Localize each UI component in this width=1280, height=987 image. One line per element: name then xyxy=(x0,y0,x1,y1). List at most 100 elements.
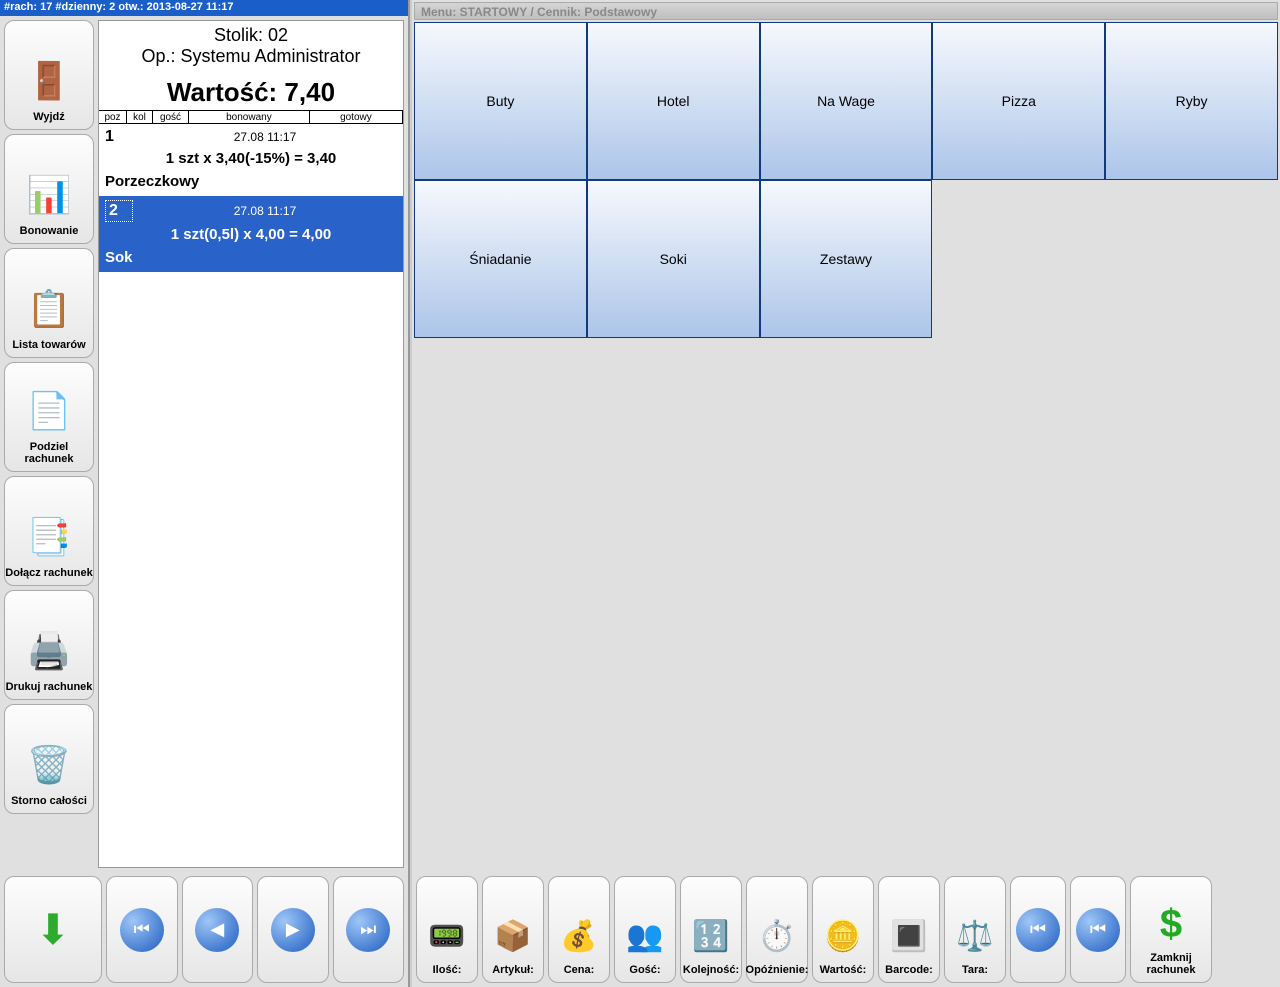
sidebar-podziel[interactable]: 📄Podziel rachunek xyxy=(4,362,94,472)
nav-next-button[interactable]: ▶ xyxy=(257,876,329,983)
order-items: 127.08 11:17 1 szt x 3,40(-15%) = 3,40 P… xyxy=(99,124,403,867)
menu-item[interactable]: Soki xyxy=(587,180,760,338)
bottom-toolbar: 📟Ilość:📦Artykuł:💰Cena:👥Gość:🔢Kolejność:⏱… xyxy=(412,872,1280,987)
tool-icon: 📟 xyxy=(428,908,465,964)
arrow-down-icon: ⬇ xyxy=(35,905,70,954)
prev-icon: ◀ xyxy=(195,908,239,952)
menu-item[interactable]: Śniadanie xyxy=(414,180,587,338)
sidebar-label: Wyjdź xyxy=(33,111,65,123)
tool-label: Ilość: xyxy=(433,964,462,976)
close-bill-label: Zamknij rachunek xyxy=(1131,952,1211,976)
order-panel: Stolik: 02 Op.: Systemu Administrator Wa… xyxy=(98,20,404,868)
tool-button[interactable]: ⏱️Opóźnienie: xyxy=(746,876,808,983)
tool-label: Kolejność: xyxy=(683,964,739,976)
sidebar-exit[interactable]: 🚪Wyjdź xyxy=(4,20,94,130)
tool-button[interactable]: 🔳Barcode: xyxy=(878,876,940,983)
menu-item[interactable]: Hotel xyxy=(587,22,760,180)
tool-icon: ⚖️ xyxy=(956,908,993,964)
tool-button[interactable]: 💰Cena: xyxy=(548,876,610,983)
nav-prev-button[interactable]: ◀ xyxy=(182,876,254,983)
sidebar: 🚪Wyjdź 📊Bonowanie 📋Lista towarów 📄Podzie… xyxy=(0,16,98,872)
tool-nav-prev[interactable]: ⏮ xyxy=(1070,876,1126,983)
close-bill-button[interactable]: $Zamknij rachunek xyxy=(1130,876,1212,983)
col-gosc: gość xyxy=(153,111,189,123)
list-icon: 📋 xyxy=(27,279,72,339)
total-label: Wartość: 7,40 xyxy=(99,77,403,108)
tool-label: Tara: xyxy=(962,964,988,976)
tool-icon: 💰 xyxy=(560,908,597,964)
sidebar-label: Bonowanie xyxy=(20,225,79,237)
tool-icon: 🔳 xyxy=(890,908,927,964)
chart-icon: 📊 xyxy=(27,165,72,225)
tool-icon: 👥 xyxy=(626,908,663,964)
tool-button[interactable]: 🪙Wartość: xyxy=(812,876,874,983)
bottom-nav-left: ⬇ ⏮ ◀ ▶ ⏭ xyxy=(0,872,408,987)
tool-label: Artykuł: xyxy=(492,964,534,976)
sidebar-dolacz[interactable]: 📑Dołącz rachunek xyxy=(4,476,94,586)
tool-label: Wartość: xyxy=(820,964,867,976)
tool-button[interactable]: 📟Ilość: xyxy=(416,876,478,983)
dollar-icon: $ xyxy=(1160,896,1182,952)
print-icon: 🖨️ xyxy=(27,621,72,681)
trash-icon: 🗑️ xyxy=(27,735,72,795)
item-num: 1 xyxy=(105,128,133,146)
item-name: Sok xyxy=(105,249,397,266)
item-timestamp: 27.08 11:17 xyxy=(133,204,397,218)
sidebar-label: Dołącz rachunek xyxy=(5,567,92,579)
sidebar-label: Storno całości xyxy=(11,795,87,807)
status-bar: #rach: 17 #dzienny: 2 otw.: 2013-08-27 1… xyxy=(0,0,408,16)
menu-breadcrumb: Menu: STARTOWY / Cennik: Podstawowy xyxy=(414,2,1278,20)
tool-button[interactable]: ⚖️Tara: xyxy=(944,876,1006,983)
door-icon: 🚪 xyxy=(27,51,72,111)
item-name: Porzeczkowy xyxy=(105,173,397,190)
split-icon: 📄 xyxy=(27,381,72,441)
sidebar-label: Lista towarów xyxy=(12,339,85,351)
item-num: 2 xyxy=(105,200,133,222)
menu-item[interactable]: Na Wage xyxy=(760,22,933,180)
sidebar-bonowanie[interactable]: 📊Bonowanie xyxy=(4,134,94,244)
nav-last-button[interactable]: ⏭ xyxy=(333,876,405,983)
order-item[interactable]: 227.08 11:17 1 szt(0,5l) x 4,00 = 4,00 S… xyxy=(99,196,403,272)
order-item[interactable]: 127.08 11:17 1 szt x 3,40(-15%) = 3,40 P… xyxy=(99,124,403,196)
item-calc: 1 szt x 3,40(-15%) = 3,40 xyxy=(105,150,397,167)
arrow-down-button[interactable]: ⬇ xyxy=(4,876,102,983)
tool-nav-first[interactable]: ⏮ xyxy=(1010,876,1066,983)
column-headers: poz kol gość bonowany gotowy xyxy=(99,110,403,124)
rewind-icon: ⏮ xyxy=(1016,908,1060,952)
tool-button[interactable]: 👥Gość: xyxy=(614,876,676,983)
menu-item[interactable]: Ryby xyxy=(1105,22,1278,180)
tool-button[interactable]: 🔢Kolejność: xyxy=(680,876,742,983)
table-label: Stolik: 02 xyxy=(99,25,403,46)
sidebar-label: Podziel rachunek xyxy=(5,441,93,465)
tool-label: Cena: xyxy=(564,964,595,976)
item-calc: 1 szt(0,5l) x 4,00 = 4,00 xyxy=(105,226,397,243)
tool-icon: 📦 xyxy=(494,908,531,964)
sidebar-drukuj[interactable]: 🖨️Drukuj rachunek xyxy=(4,590,94,700)
merge-icon: 📑 xyxy=(27,507,72,567)
nav-first-button[interactable]: ⏮ xyxy=(106,876,178,983)
col-kol: kol xyxy=(127,111,153,123)
menu-item[interactable]: Pizza xyxy=(932,22,1105,180)
tool-label: Opóźnienie: xyxy=(746,964,809,976)
forward-icon: ⏭ xyxy=(346,908,390,952)
col-got: gotowy xyxy=(310,111,403,123)
operator-label: Op.: Systemu Administrator xyxy=(99,46,403,67)
tool-icon: 🔢 xyxy=(692,908,729,964)
menu-item[interactable]: Buty xyxy=(414,22,587,180)
rewind-icon: ⏮ xyxy=(120,908,164,952)
tool-label: Barcode: xyxy=(885,964,933,976)
sidebar-label: Drukuj rachunek xyxy=(6,681,93,693)
col-poz: poz xyxy=(99,111,127,123)
tool-icon: ⏱️ xyxy=(758,908,795,964)
menu-item[interactable]: Zestawy xyxy=(760,180,933,338)
col-bon: bonowany xyxy=(189,111,310,123)
tool-button[interactable]: 📦Artykuł: xyxy=(482,876,544,983)
item-timestamp: 27.08 11:17 xyxy=(133,130,397,144)
sidebar-lista-towarow[interactable]: 📋Lista towarów xyxy=(4,248,94,358)
menu-grid: ButyHotelNa WagePizzaRyby ŚniadanieSokiZe… xyxy=(412,20,1280,340)
tool-label: Gość: xyxy=(629,964,660,976)
tool-icon: 🪙 xyxy=(824,908,861,964)
next-icon: ▶ xyxy=(271,908,315,952)
prev-icon: ⏮ xyxy=(1076,908,1120,952)
sidebar-storno[interactable]: 🗑️Storno całości xyxy=(4,704,94,814)
